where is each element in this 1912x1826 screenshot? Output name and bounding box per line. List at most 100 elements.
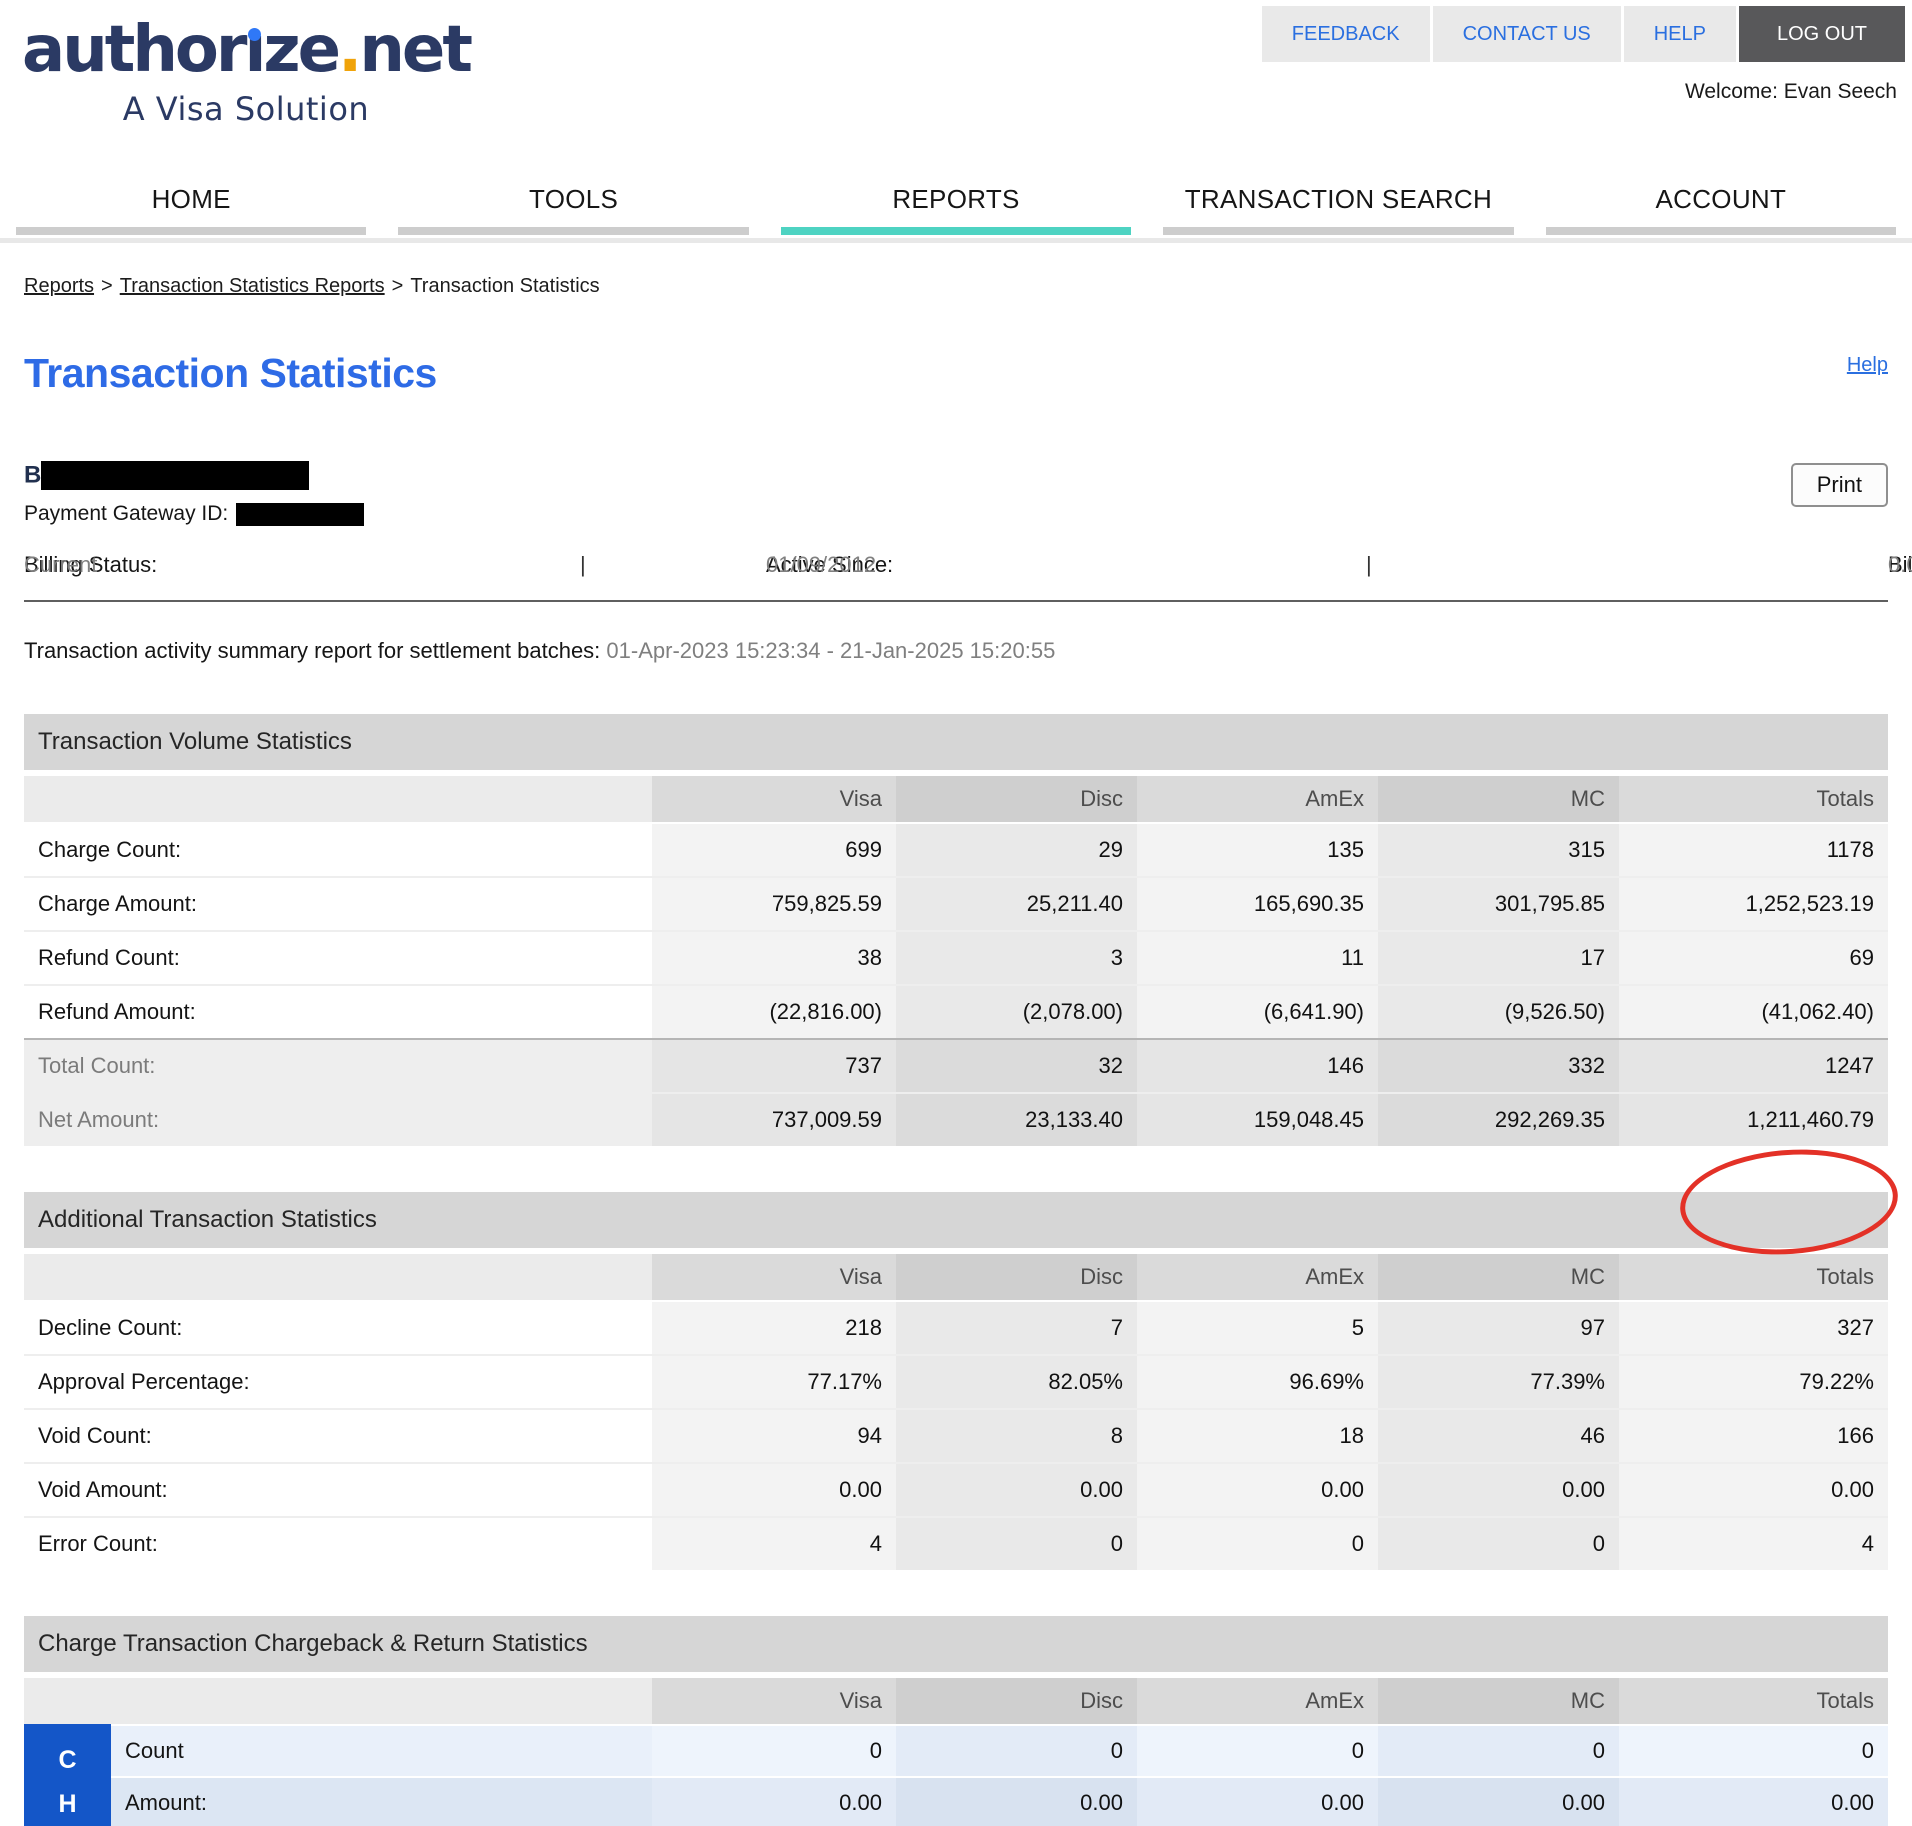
table-row-total-count: Total Count: 737 32 146 332 1247 xyxy=(24,1038,1888,1092)
column-header-totals: Totals xyxy=(1619,776,1888,822)
table-row-void-count: Void Count: 94 8 18 46 166 xyxy=(24,1408,1888,1462)
cell-mc: 0 xyxy=(1378,1726,1619,1776)
cell-visa: 77.17% xyxy=(652,1356,896,1408)
row-label: Amount: xyxy=(111,1778,652,1826)
billing-separator: | xyxy=(580,552,586,577)
cell-visa: 94 xyxy=(652,1410,896,1462)
nav-item-account[interactable]: ACCOUNT xyxy=(1530,184,1912,235)
cell-disc: 0 xyxy=(896,1726,1137,1776)
chargeback-table-body: C H Count 0 0 0 0 0 Amount: 0.00 0.00 0.… xyxy=(24,1724,1888,1826)
page-title: Transaction Statistics xyxy=(24,350,437,396)
row-label: Charge Amount: xyxy=(38,891,197,916)
cell-mc: 315 xyxy=(1378,824,1619,876)
cell-disc: 0.00 xyxy=(896,1778,1137,1826)
breadcrumb-link-transaction-statistics-reports[interactable]: Transaction Statistics Reports xyxy=(120,275,385,297)
cell-mc: 46 xyxy=(1378,1410,1619,1462)
cell-disc: 23,133.40 xyxy=(896,1094,1137,1146)
contact-us-button[interactable]: CONTACT US xyxy=(1432,6,1621,62)
report-description: Transaction activity summary report for … xyxy=(24,638,1888,664)
row-label: Count xyxy=(111,1726,652,1776)
cell-amex: 0 xyxy=(1137,1518,1378,1570)
column-header-amex: AmEx xyxy=(1137,1254,1378,1300)
nav-item-reports[interactable]: REPORTS xyxy=(765,184,1147,235)
column-header-totals: Totals xyxy=(1619,1678,1888,1724)
content: Transaction Statistics Help B Payment Ga… xyxy=(0,350,1912,1826)
cell-disc: (2,078.00) xyxy=(896,986,1137,1038)
section-additional-transaction-statistics: Additional Transaction Statistics Visa D… xyxy=(24,1192,1888,1570)
cell-amex: 135 xyxy=(1137,824,1378,876)
cell-mc: 97 xyxy=(1378,1302,1619,1354)
table-row-void-amount: Void Amount: 0.00 0.00 0.00 0.00 0.00 xyxy=(24,1462,1888,1516)
nav-item-tools[interactable]: TOOLS xyxy=(382,184,764,235)
cell-disc: 32 xyxy=(896,1040,1137,1092)
feedback-button[interactable]: FEEDBACK xyxy=(1261,6,1430,62)
cell-mc: (9,526.50) xyxy=(1378,986,1619,1038)
logo-text-mid: ze xyxy=(263,13,341,87)
nav-underline xyxy=(16,227,367,235)
breadcrumb-link-reports[interactable]: Reports xyxy=(24,275,94,297)
table-row-decline-count: Decline Count: 218 7 5 97 327 xyxy=(24,1300,1888,1354)
section-chargeback-return-statistics: Charge Transaction Chargeback & Return S… xyxy=(24,1616,1888,1826)
billing-separator: | xyxy=(1366,552,1372,577)
header: authorı ze.net A Visa Solution FEEDBACK C… xyxy=(0,0,1912,158)
column-header-empty xyxy=(24,776,652,822)
merchant-info: B Payment Gateway ID: Print xyxy=(24,461,1888,526)
help-button[interactable]: HELP xyxy=(1623,6,1736,62)
table-row-chargeback-amount: Amount: 0.00 0.00 0.00 0.00 0.00 xyxy=(111,1776,1888,1826)
column-header-totals: Totals xyxy=(1619,1254,1888,1300)
cell-totals: 0.00 xyxy=(1619,1778,1888,1826)
cell-mc: 292,269.35 xyxy=(1378,1094,1619,1146)
cell-mc: 0 xyxy=(1378,1518,1619,1570)
title-row: Transaction Statistics Help xyxy=(24,350,1888,397)
nav-underline-active xyxy=(780,227,1132,235)
cell-totals: 0 xyxy=(1619,1726,1888,1776)
cell-totals: 79.22% xyxy=(1619,1356,1888,1408)
nav-item-home[interactable]: HOME xyxy=(0,184,382,235)
print-button[interactable]: Print xyxy=(1790,463,1888,507)
chargebacks-vertical-label: C H xyxy=(24,1724,111,1826)
cell-totals: 0.00 xyxy=(1619,1464,1888,1516)
column-header-row: Visa Disc AmEx MC Totals xyxy=(24,776,1888,822)
cell-visa: 0.00 xyxy=(652,1778,896,1826)
cell-visa: 38 xyxy=(652,932,896,984)
cell-amex: (6,641.90) xyxy=(1137,986,1378,1038)
column-header-mc: MC xyxy=(1378,776,1619,822)
help-link[interactable]: Help xyxy=(1847,354,1888,377)
merchant-name-line: B xyxy=(24,461,1888,490)
utility-nav: FEEDBACK CONTACT US HELP LOG OUT xyxy=(1261,6,1905,62)
cell-amex: 96.69% xyxy=(1137,1356,1378,1408)
row-label: Net Amount: xyxy=(24,1094,652,1146)
report-description-label: Transaction activity summary report for … xyxy=(24,638,601,663)
cell-disc: 0.00 xyxy=(896,1464,1137,1516)
section-transaction-volume-statistics: Transaction Volume Statistics Visa Disc … xyxy=(24,714,1902,1262)
cell-mc: 0.00 xyxy=(1378,1464,1619,1516)
column-header-disc: Disc xyxy=(896,1254,1137,1300)
cell-totals: 1247 xyxy=(1619,1040,1888,1092)
authorize-net-logo[interactable]: authorı ze.net A Visa Solution xyxy=(22,13,473,128)
cell-disc: 82.05% xyxy=(896,1356,1137,1408)
gateway-id-line: Payment Gateway ID: xyxy=(24,502,1888,526)
column-header-row: Visa Disc AmEx MC Totals xyxy=(24,1678,1888,1724)
cell-mc: 332 xyxy=(1378,1040,1619,1092)
table-row-refund-amount: Refund Amount: (22,816.00) (2,078.00) (6… xyxy=(24,984,1888,1038)
breadcrumb-separator: > xyxy=(101,275,113,297)
column-header-visa: Visa xyxy=(652,776,896,822)
nav-divider xyxy=(0,238,1912,243)
cell-disc: 3 xyxy=(896,932,1137,984)
breadcrumb-current: Transaction Statistics xyxy=(410,275,600,297)
column-header-row: Visa Disc AmEx MC Totals xyxy=(24,1254,1888,1300)
cell-visa: 0.00 xyxy=(652,1464,896,1516)
nav-item-transaction-search[interactable]: TRANSACTION SEARCH xyxy=(1147,184,1529,235)
logout-button[interactable]: LOG OUT xyxy=(1738,6,1905,62)
cell-amex: 146 xyxy=(1137,1040,1378,1092)
table-row-chargeback-count: Count 0 0 0 0 0 xyxy=(111,1724,1888,1776)
column-header-amex: AmEx xyxy=(1137,1678,1378,1724)
section-title-bar: Charge Transaction Chargeback & Return S… xyxy=(24,1616,1888,1672)
logo-letter-i: ı xyxy=(244,13,266,87)
row-label: Void Count: xyxy=(38,1423,152,1448)
nav-underline xyxy=(1545,227,1897,235)
header-right: FEEDBACK CONTACT US HELP LOG OUT Welcome… xyxy=(1261,6,1905,104)
cell-disc: 0 xyxy=(896,1518,1137,1570)
row-label: Void Amount: xyxy=(38,1477,168,1502)
report-date-range: 01-Apr-2023 15:23:34 - 21-Jan-2025 15:20… xyxy=(606,638,1056,663)
